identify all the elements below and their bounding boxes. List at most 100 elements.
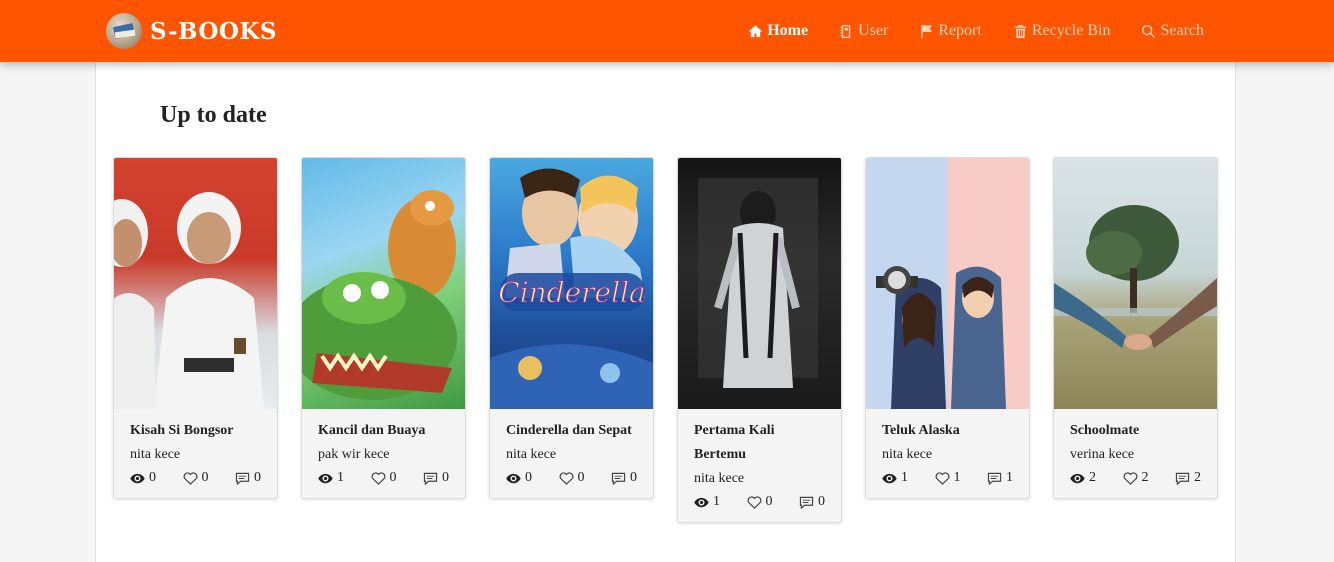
book-cover-image[interactable]: Cinderella	[490, 158, 653, 409]
eye-icon	[1070, 473, 1085, 483]
book-title[interactable]: Schoolmate	[1070, 419, 1201, 443]
book-stats: 2 2 2	[1070, 470, 1201, 486]
main-content: Up to date Kisah Si Bongsor nita kece 0 …	[95, 62, 1236, 562]
views-stat: 0	[130, 470, 156, 486]
nav-label-search: Search	[1160, 22, 1204, 39]
card-body: Schoolmate verina kece 2 2 2	[1054, 409, 1217, 498]
card-body: Kisah Si Bongsor nita kece 0 0 0	[114, 409, 277, 498]
book-card-schoolmate[interactable]: Schoolmate verina kece 2 2 2	[1053, 157, 1218, 499]
likes-stat[interactable]: 0	[559, 470, 585, 486]
book-author: nita kece	[694, 471, 745, 486]
book-author: nita kece	[130, 447, 181, 462]
book-card-cinderella-dan-sepat[interactable]: Cinderella Cinderella dan Sepat nita kec…	[489, 157, 654, 499]
book-author: pak wir kece	[318, 447, 390, 462]
views-stat: 1	[882, 470, 908, 486]
views-stat: 2	[1070, 470, 1096, 486]
comments-count: 0	[254, 470, 261, 485]
likes-count: 0	[389, 470, 397, 485]
book-card-kancil-dan-buaya[interactable]: Kancil dan Buaya pak wir kece 1 0 0	[301, 157, 466, 499]
brand-link[interactable]: S-BOOKS	[106, 12, 277, 50]
book-cover-image[interactable]	[866, 158, 1029, 409]
comments-stat[interactable]: 1	[987, 470, 1013, 486]
heart-icon	[559, 471, 573, 485]
nav-item-recycle-bin[interactable]: Recycle Bin	[1013, 22, 1110, 40]
comments-stat[interactable]: 0	[423, 470, 449, 486]
card-body: Pertama Kali Bertemu nita kece 1 0 0	[678, 409, 841, 522]
views-stat: 1	[694, 494, 720, 510]
views-count: 1	[901, 470, 908, 485]
views-count: 2	[1089, 470, 1096, 485]
svg-text:Cinderella: Cinderella	[498, 276, 645, 309]
book-cover-image[interactable]	[678, 158, 841, 409]
book-cover-image[interactable]	[302, 158, 465, 409]
comment-icon	[235, 472, 250, 485]
nav-label-user: User	[858, 22, 889, 39]
eye-icon	[882, 473, 897, 483]
likes-count: 0	[765, 494, 773, 509]
likes-count: 0	[577, 470, 585, 485]
heart-icon	[1123, 471, 1137, 485]
nav-label-home: Home	[767, 22, 809, 39]
book-stats: 1 1 1	[882, 470, 1013, 486]
views-count: 0	[149, 470, 156, 485]
comments-stat[interactable]: 0	[799, 494, 825, 510]
heart-icon	[935, 471, 949, 485]
eye-icon	[318, 473, 333, 483]
nav-item-user[interactable]: User	[839, 22, 888, 40]
brand-name: S-BOOKS	[150, 17, 278, 45]
comment-icon	[1175, 472, 1190, 485]
likes-count: 1	[953, 470, 961, 485]
book-title[interactable]: Kancil dan Buaya	[318, 419, 449, 443]
book-title[interactable]: Pertama Kali Bertemu	[694, 419, 825, 467]
book-card-teluk-alaska[interactable]: Teluk Alaska nita kece 1 1 1	[865, 157, 1030, 499]
comments-count: 1	[1006, 470, 1013, 485]
book-author: verina kece	[1070, 447, 1135, 462]
main-nav: Home User Report Recycle Bin Search	[717, 0, 1204, 62]
likes-stat[interactable]: 0	[371, 470, 397, 486]
card-body: Kancil dan Buaya pak wir kece 1 0 0	[302, 409, 465, 498]
comments-count: 2	[1194, 470, 1201, 485]
search-icon	[1142, 24, 1156, 38]
comment-icon	[799, 496, 814, 509]
book-title[interactable]: Cinderella dan Sepat	[506, 419, 637, 443]
trash-icon	[1014, 24, 1026, 38]
comments-stat[interactable]: 2	[1175, 470, 1201, 486]
book-author: nita kece	[506, 447, 557, 462]
book-title[interactable]: Kisah Si Bongsor	[130, 419, 261, 443]
nav-item-home[interactable]: Home	[748, 22, 808, 40]
book-stats: 0 0 0	[506, 470, 637, 486]
book-stats: 0 0 0	[130, 470, 261, 486]
comment-icon	[611, 472, 626, 485]
comments-count: 0	[442, 470, 449, 485]
heart-icon	[183, 471, 197, 485]
nav-label-report: Report	[938, 22, 982, 39]
nav-item-search[interactable]: Search	[1141, 22, 1204, 40]
likes-count: 2	[1141, 470, 1149, 485]
comments-stat[interactable]: 0	[611, 470, 637, 486]
home-icon	[748, 24, 763, 37]
views-count: 1	[337, 470, 344, 485]
comments-stat[interactable]: 0	[235, 470, 261, 486]
book-cover-image[interactable]	[1054, 158, 1217, 409]
book-cover-image[interactable]	[114, 158, 277, 409]
views-stat: 1	[318, 470, 344, 486]
card-body: Cinderella dan Sepat nita kece 0 0 0	[490, 409, 653, 498]
likes-count: 0	[201, 470, 209, 485]
flag-icon	[921, 24, 933, 38]
likes-stat[interactable]: 0	[747, 494, 773, 510]
nav-item-report[interactable]: Report	[919, 22, 982, 40]
likes-stat[interactable]: 0	[183, 470, 209, 486]
eye-icon	[694, 497, 709, 507]
book-card-pertama-kali-bertemu[interactable]: Pertama Kali Bertemu nita kece 1 0 0	[677, 157, 842, 523]
book-stats: 1 0 0	[694, 494, 825, 510]
comment-icon	[987, 472, 1002, 485]
book-card-kisah-si-bongsor[interactable]: Kisah Si Bongsor nita kece 0 0 0	[113, 157, 278, 499]
likes-stat[interactable]: 2	[1123, 470, 1149, 486]
user-icon	[840, 24, 851, 38]
views-count: 0	[525, 470, 532, 485]
card-body: Teluk Alaska nita kece 1 1 1	[866, 409, 1029, 498]
likes-stat[interactable]: 1	[935, 470, 961, 486]
views-stat: 0	[506, 470, 532, 486]
book-title[interactable]: Teluk Alaska	[882, 419, 1013, 443]
book-stats: 1 0 0	[318, 470, 449, 486]
